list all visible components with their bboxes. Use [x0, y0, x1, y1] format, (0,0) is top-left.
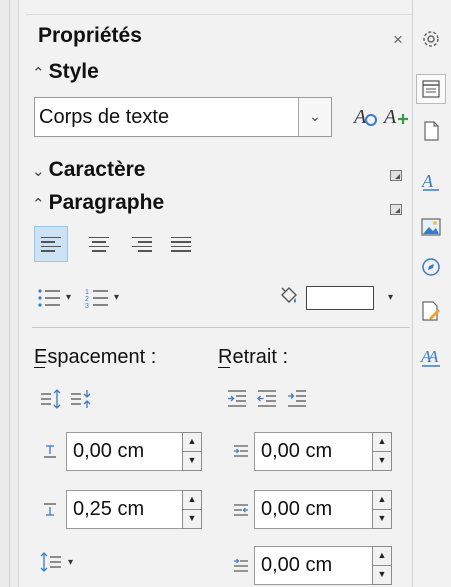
increase-spacing-icon[interactable] — [40, 388, 62, 415]
page-icon[interactable] — [416, 116, 446, 146]
above-spacing-value: 0,00 cm — [73, 440, 145, 462]
paint-bucket-icon[interactable] — [276, 285, 300, 314]
below-spacing-value: 0,25 cm — [73, 498, 145, 520]
chevron-up-icon: ⌃ — [32, 65, 45, 82]
background-color-swatch[interactable] — [306, 286, 374, 310]
line-spacing-icon[interactable] — [40, 551, 62, 578]
after-text-indent-value: 0,00 cm — [261, 498, 333, 520]
spin-down-button[interactable]: ▼ — [182, 509, 202, 529]
character-section-label: Caractère — [48, 158, 146, 181]
navigator-icon[interactable] — [416, 252, 446, 282]
chevron-down-icon: ⌄ — [32, 163, 45, 180]
after-text-indent-field[interactable]: 0,00 cm ▲ ▼ — [254, 490, 392, 529]
spacing-label-accel — [34, 367, 45, 368]
panel-title: Propriétés — [38, 24, 142, 47]
below-spacing-field[interactable]: 0,25 cm ▲ ▼ — [66, 490, 202, 529]
gutter-divider — [9, 0, 10, 587]
svg-text:A: A — [382, 106, 397, 128]
numbered-list-icon[interactable]: 1 2 3 — [84, 287, 110, 314]
more-options-icon[interactable] — [390, 170, 402, 181]
align-center-button[interactable] — [82, 226, 116, 262]
justify-button[interactable] — [165, 226, 199, 262]
style-section-label: Style — [48, 60, 99, 83]
separator — [32, 327, 410, 328]
indent-label: Retrait : — [218, 346, 289, 368]
increase-indent-icon[interactable] — [226, 388, 248, 415]
above-spacing-icon — [42, 443, 58, 462]
spin-down-button[interactable]: ▼ — [372, 565, 392, 585]
manage-changes-icon[interactable] — [416, 296, 446, 326]
styles-icon[interactable]: A — [416, 166, 446, 196]
numbered-list-dropdown-icon[interactable]: ▾ — [114, 292, 119, 303]
spin-down-button[interactable]: ▼ — [372, 509, 392, 529]
more-options-icon[interactable] — [390, 204, 402, 215]
svg-text:A: A — [421, 171, 434, 191]
bullet-list-icon[interactable] — [36, 287, 62, 314]
decrease-indent-icon[interactable] — [256, 388, 278, 415]
before-text-indent-icon — [232, 443, 250, 462]
indent-label-accel — [218, 367, 230, 368]
first-line-indent-field[interactable]: 0,00 cm ▲ ▼ — [254, 546, 392, 585]
below-spacing-icon — [42, 502, 58, 521]
spin-up-button[interactable]: ▲ — [182, 432, 202, 452]
after-text-indent-icon — [232, 502, 250, 521]
bullet-list-dropdown-icon[interactable]: ▾ — [66, 292, 71, 303]
spin-down-button[interactable]: ▼ — [372, 451, 392, 471]
new-style-icon[interactable]: A — [382, 104, 410, 136]
paragraph-style-combobox[interactable]: Corps de texte ⌄ — [34, 97, 332, 137]
svg-text:2: 2 — [85, 296, 89, 303]
hanging-indent-icon[interactable] — [286, 388, 308, 415]
first-line-indent-value: 0,00 cm — [261, 554, 333, 576]
spin-down-button[interactable]: ▼ — [182, 451, 202, 471]
decrease-spacing-icon[interactable] — [70, 388, 92, 415]
spin-up-button[interactable]: ▲ — [372, 546, 392, 566]
panel-top-border — [26, 14, 412, 15]
line-spacing-dropdown-icon[interactable]: ▾ — [68, 557, 73, 568]
style-section-header[interactable]: ⌃ Style — [32, 60, 99, 84]
spacing-label: Espacement : — [34, 346, 157, 368]
align-right-button[interactable] — [124, 226, 158, 262]
svg-text:A: A — [427, 347, 439, 366]
gallery-icon[interactable] — [416, 212, 446, 242]
chevron-down-icon[interactable]: ⌄ — [298, 98, 331, 136]
paragraph-section-header[interactable]: ⌃ Paragraphe — [32, 191, 164, 215]
properties-icon[interactable] — [416, 74, 446, 104]
before-text-indent-field[interactable]: 0,00 cm ▲ ▼ — [254, 432, 392, 471]
settings-icon[interactable] — [416, 24, 446, 54]
first-line-indent-icon — [232, 558, 250, 577]
before-text-indent-value: 0,00 cm — [261, 440, 333, 462]
spin-up-button[interactable]: ▲ — [182, 490, 202, 510]
character-section-header[interactable]: ⌄ Caractère — [32, 158, 145, 182]
chevron-up-icon: ⌃ — [32, 196, 45, 213]
svg-text:1: 1 — [85, 289, 89, 296]
svg-text:3: 3 — [85, 303, 89, 309]
spin-up-button[interactable]: ▲ — [372, 490, 392, 510]
above-spacing-field[interactable]: 0,00 cm ▲ ▼ — [66, 432, 202, 471]
update-style-icon[interactable]: A — [352, 104, 378, 136]
close-icon[interactable]: × — [393, 30, 403, 50]
spin-up-button[interactable]: ▲ — [372, 432, 392, 452]
align-left-button[interactable] — [34, 226, 68, 262]
svg-text:A: A — [352, 106, 367, 128]
paragraph-section-label: Paragraphe — [48, 191, 165, 214]
combobox-value: Corps de texte — [39, 106, 170, 128]
style-inspector-icon[interactable]: AA — [416, 342, 446, 372]
background-color-dropdown-icon[interactable]: ▾ — [388, 292, 393, 303]
